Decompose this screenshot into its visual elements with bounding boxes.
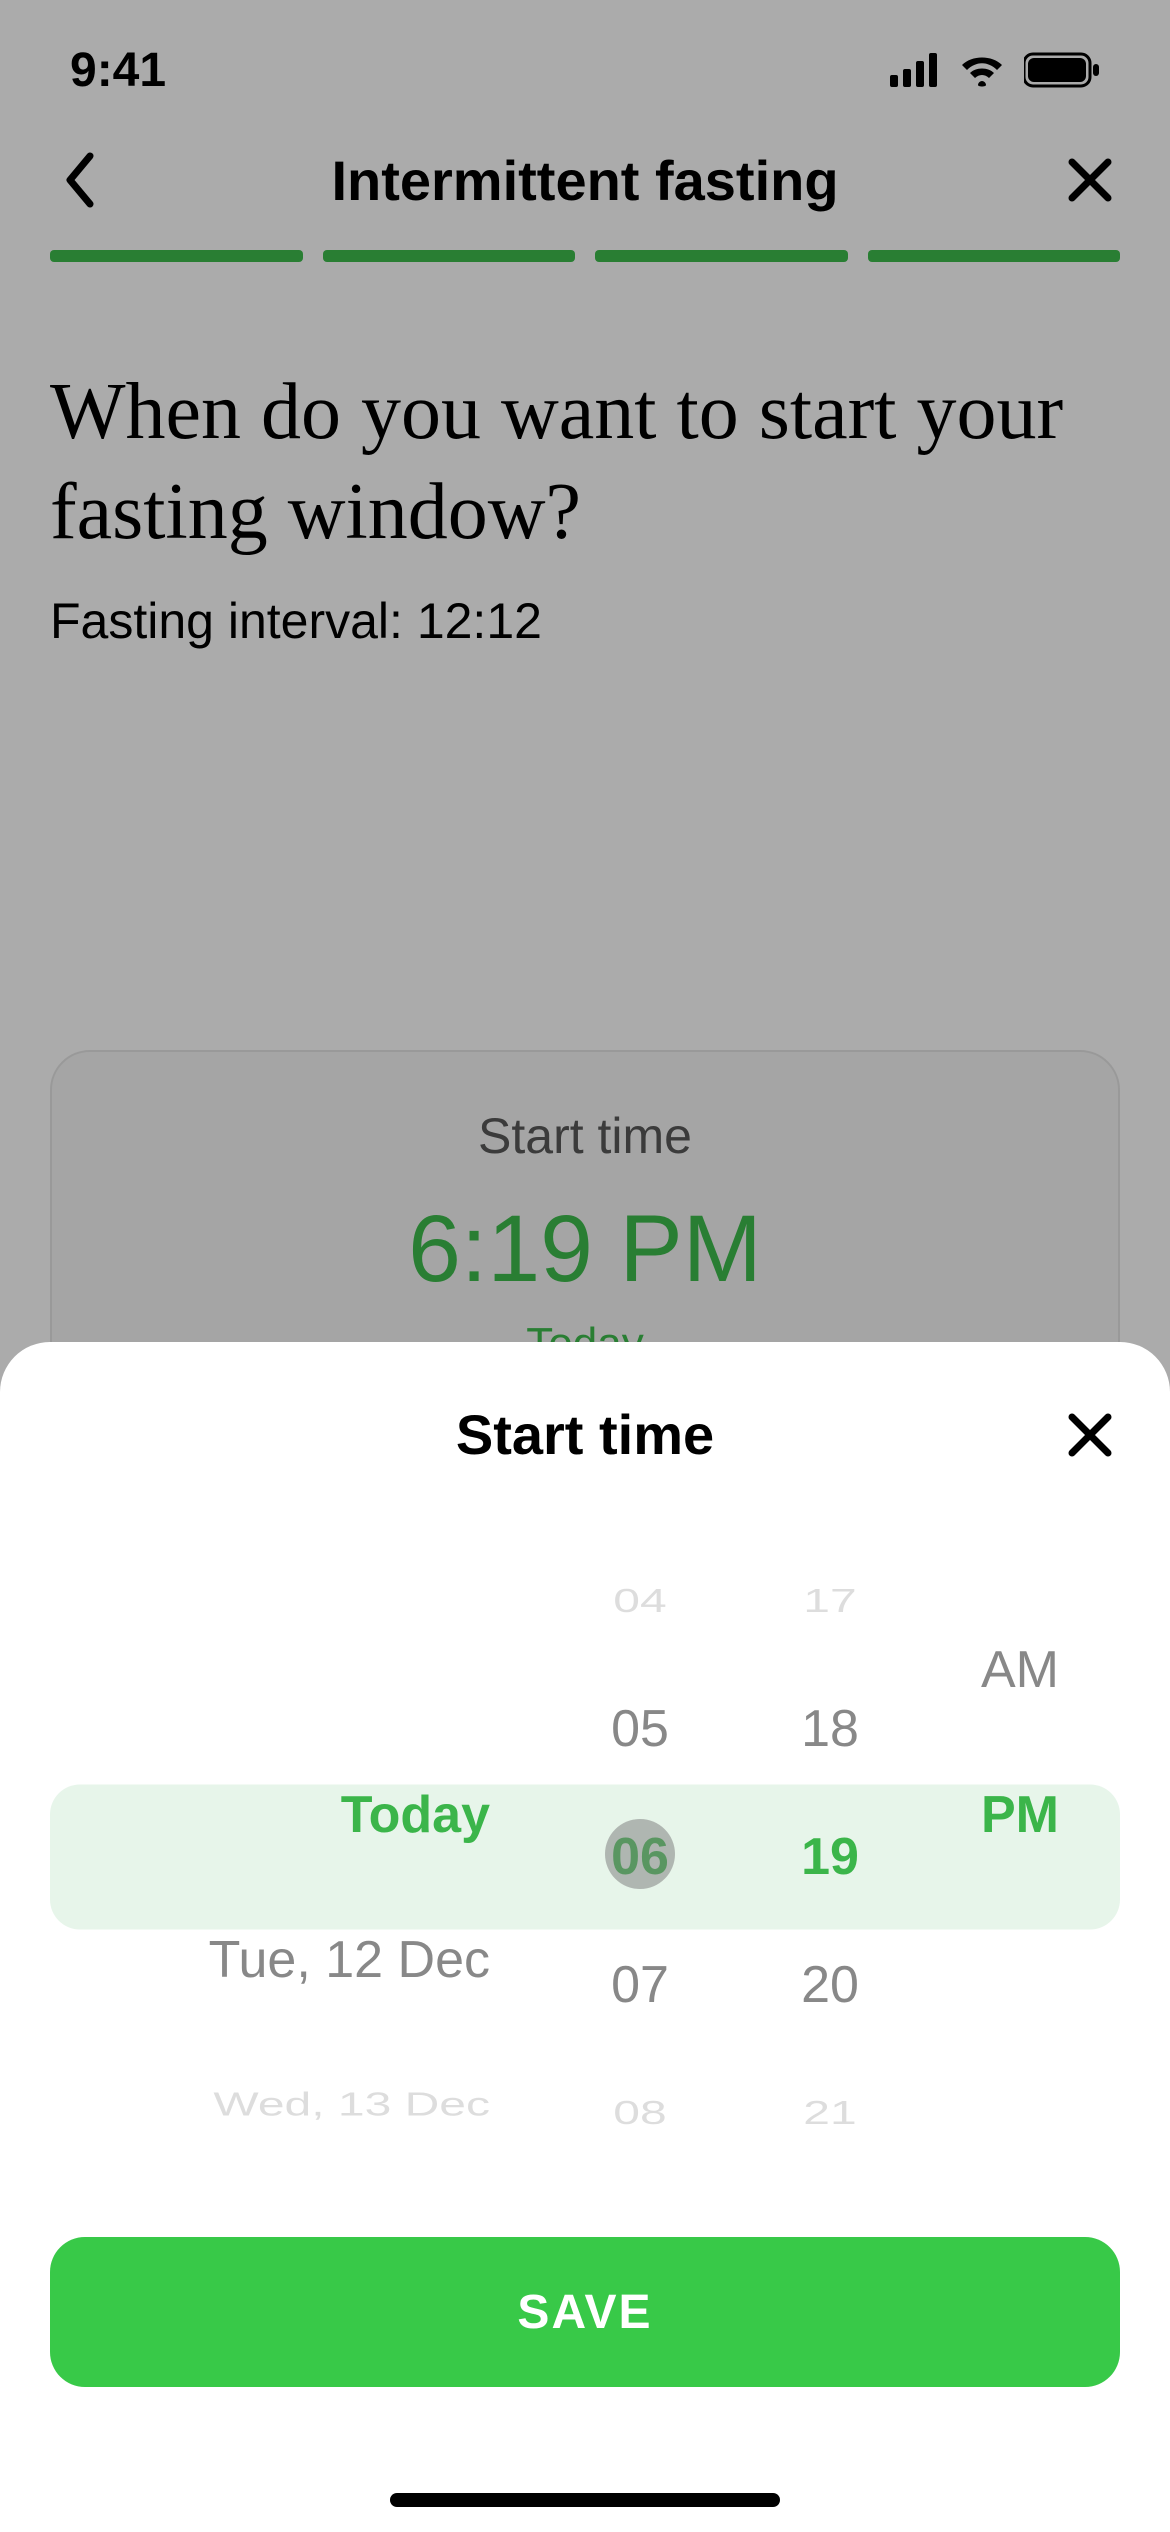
picker-item: 05 [540, 1665, 740, 1793]
picker-hour-column[interactable]: 04 05 06 07 08 [540, 1537, 740, 2177]
picker-item-selected: 06 [540, 1793, 740, 1921]
picker-item: AM [920, 1597, 1120, 1742]
picker-item: 08 [540, 2068, 740, 2158]
picker-item-selected: Today [50, 1742, 490, 1887]
picker-item: Tue, 12 Dec [50, 1887, 490, 2032]
picker-item-selected: 19 [740, 1793, 920, 1921]
save-button[interactable]: SAVE [50, 2237, 1120, 2387]
close-icon [1066, 1411, 1114, 1459]
picker-item: 04 [540, 1556, 740, 1646]
picker-item [920, 1887, 1120, 2032]
picker-item [920, 2050, 1120, 2074]
picker-minute-column[interactable]: 17 18 19 20 21 [740, 1537, 920, 2177]
picker-item-selected: PM [920, 1742, 1120, 1887]
picker-item [50, 1555, 490, 1579]
picker-item: 07 [540, 1921, 740, 2049]
time-picker-sheet: Start time Today Tue, 12 Dec Wed, 13 Dec… [0, 1342, 1170, 2532]
picker-item: Wed, 13 Dec [50, 2054, 490, 2156]
picker-ampm-column[interactable]: AM PM [920, 1537, 1120, 2177]
save-button-label: SAVE [517, 2285, 652, 2340]
picker-date-column[interactable]: Today Tue, 12 Dec Wed, 13 Dec [50, 1537, 540, 2177]
picker-item: 20 [740, 1921, 920, 2049]
sheet-title: Start time [456, 1402, 714, 1467]
picker-item: 21 [740, 2068, 920, 2158]
touch-indicator [605, 1819, 675, 1889]
sheet-close-button[interactable] [1060, 1405, 1120, 1465]
sheet-header: Start time [50, 1402, 1120, 1467]
home-indicator[interactable] [390, 2493, 780, 2507]
picker-item [50, 1597, 490, 1742]
picker-item: 17 [740, 1556, 920, 1646]
time-picker[interactable]: Today Tue, 12 Dec Wed, 13 Dec 04 05 06 0… [50, 1537, 1120, 2177]
picker-item: 18 [740, 1665, 920, 1793]
picker-item [920, 1555, 1120, 1579]
